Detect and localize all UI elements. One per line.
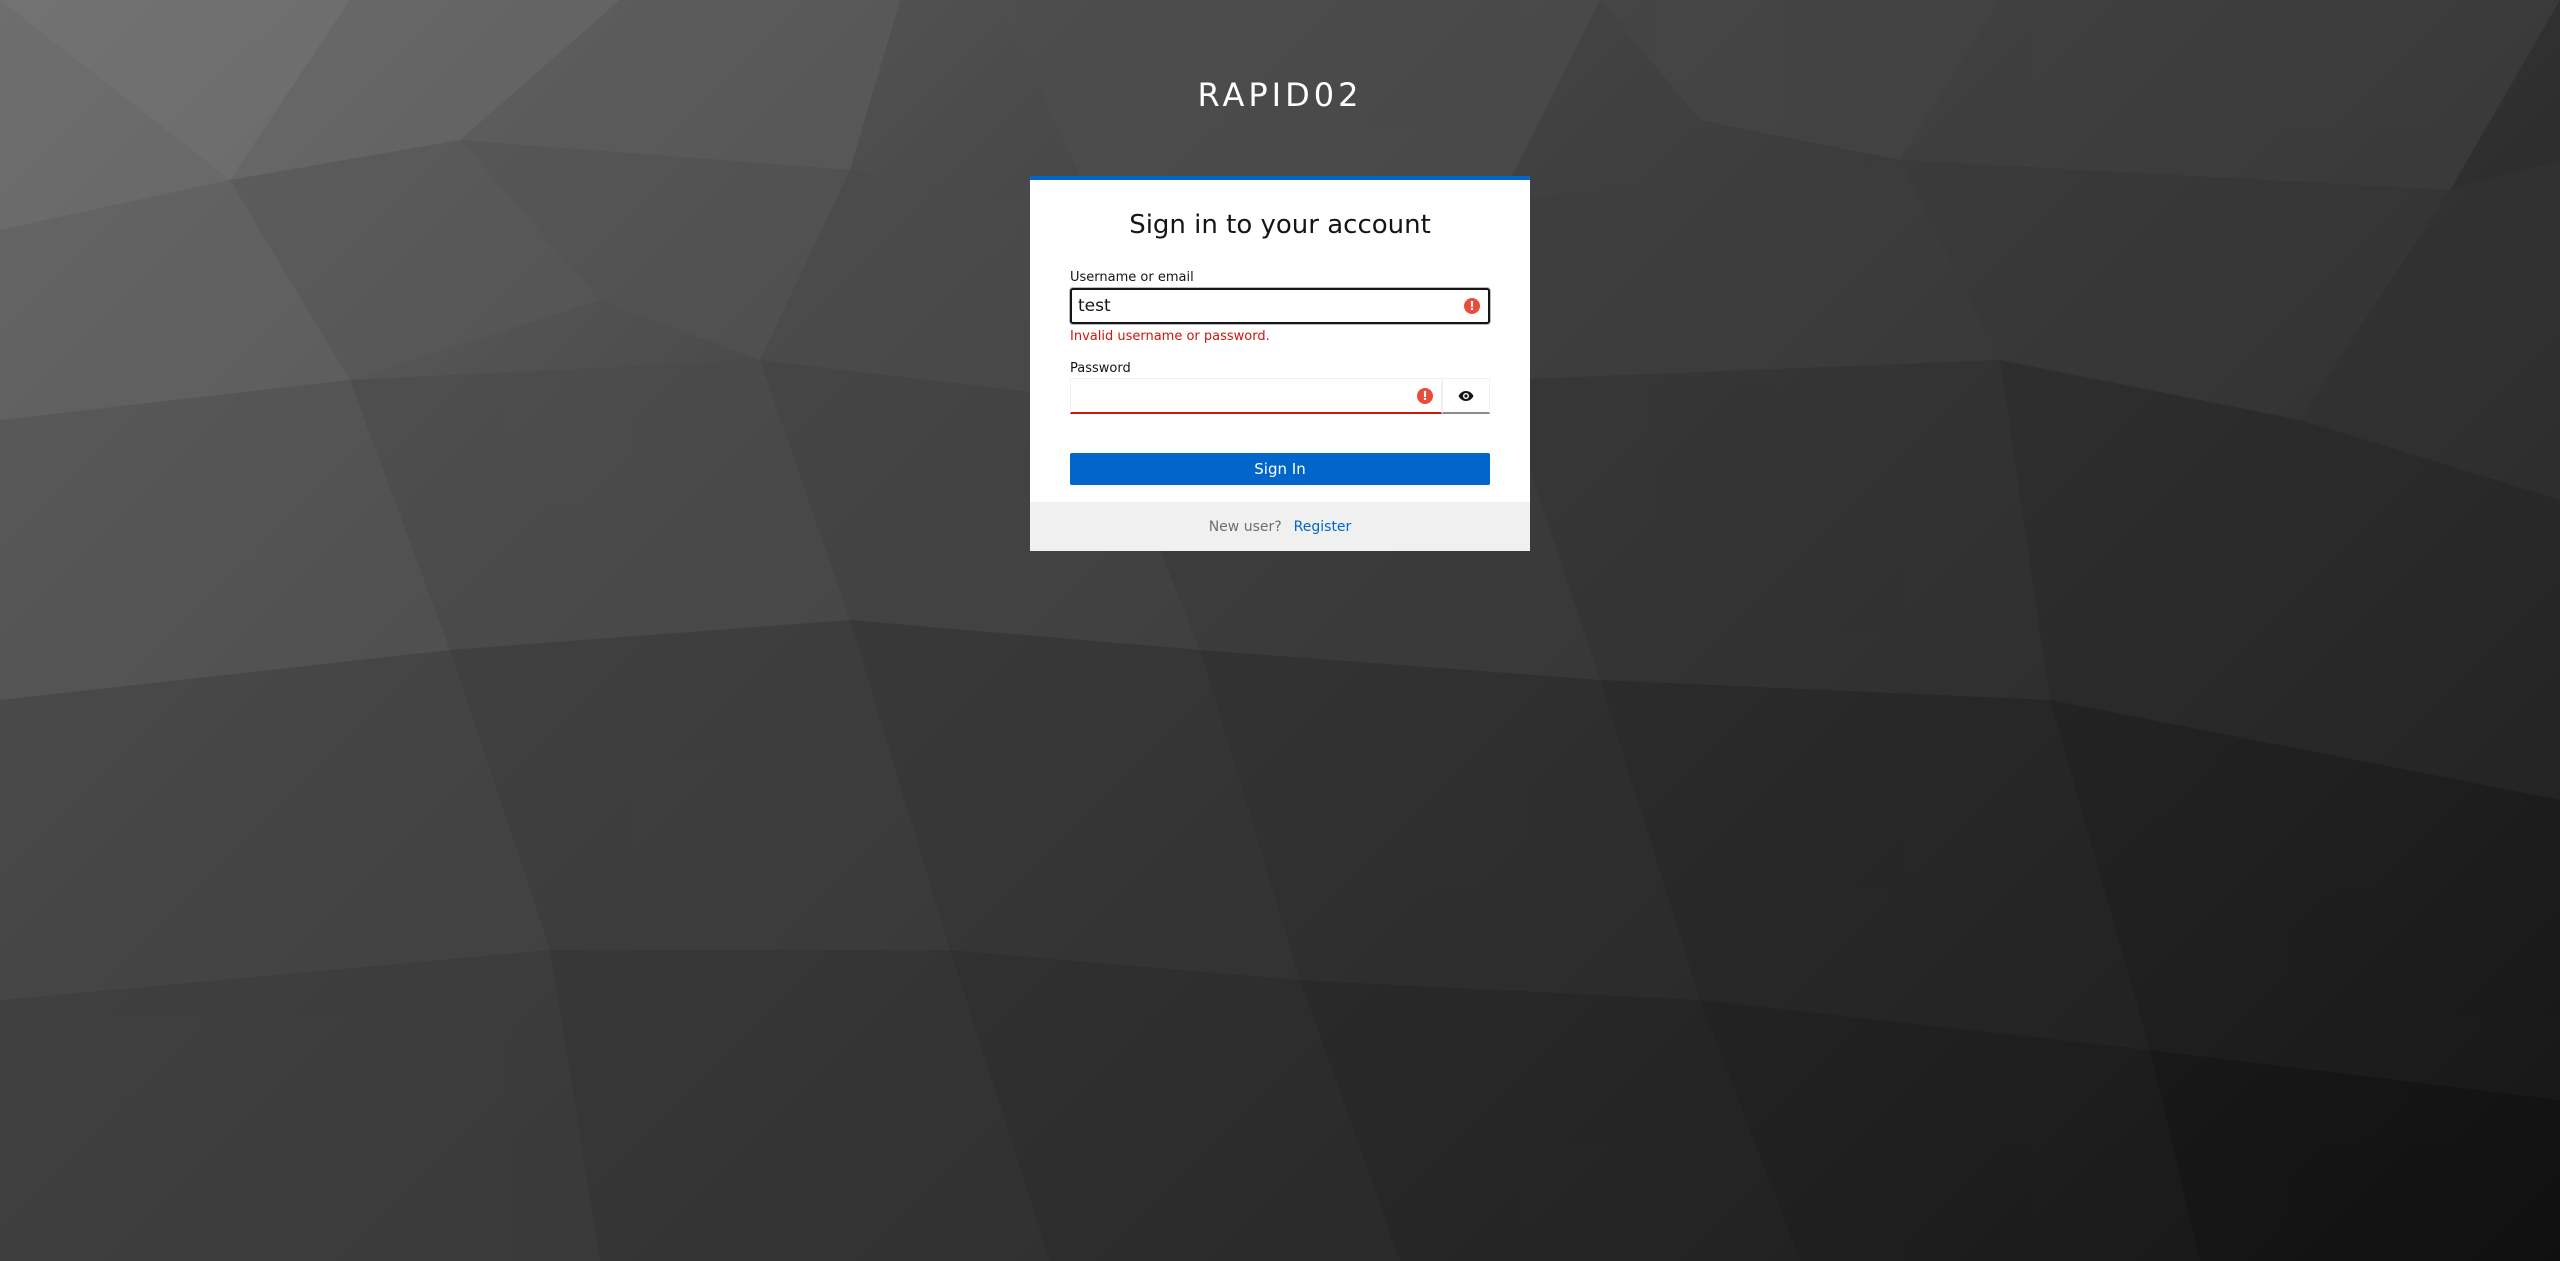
new-user-text: New user?	[1208, 518, 1282, 535]
realm-title: RAPID02	[1197, 76, 1363, 114]
eye-icon	[1458, 390, 1474, 401]
card-footer: New user? Register	[1030, 502, 1530, 551]
login-error-message: Invalid username or password.	[1070, 329, 1270, 344]
password-label: Password	[1070, 361, 1131, 376]
register-link[interactable]: Register	[1294, 519, 1352, 535]
login-page: RAPID02 Sign in to your account Username…	[0, 0, 2560, 1261]
username-input[interactable]	[1072, 290, 1448, 322]
username-field-wrapper: !	[1070, 288, 1490, 324]
show-password-button[interactable]	[1442, 378, 1490, 414]
login-card: Sign in to your account Username or emai…	[1030, 176, 1530, 551]
page-title: Sign in to your account	[1129, 210, 1431, 240]
password-field-wrapper: !	[1070, 378, 1442, 414]
sign-in-button[interactable]: Sign In	[1070, 453, 1490, 485]
password-input[interactable]	[1071, 379, 1407, 411]
username-error-icon: !	[1464, 298, 1480, 314]
password-error-icon: !	[1417, 388, 1433, 404]
username-label: Username or email	[1070, 270, 1194, 285]
